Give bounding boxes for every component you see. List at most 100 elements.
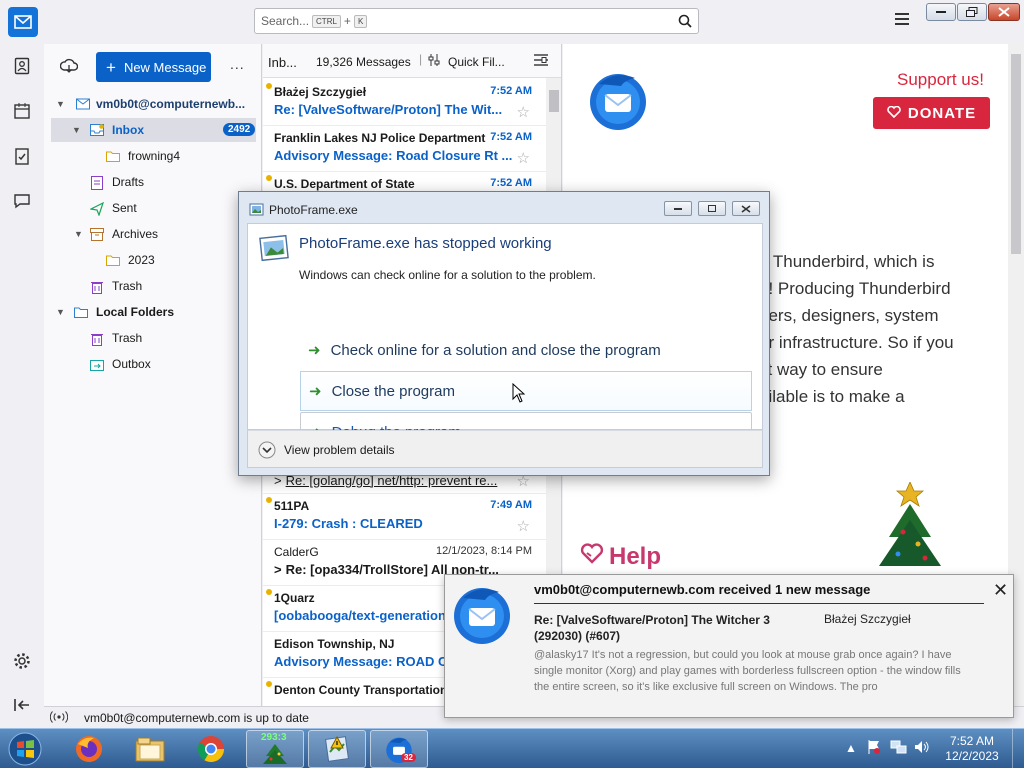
message-sender: 511PA <box>274 499 310 513</box>
clock-time: 7:52 AM <box>949 734 995 748</box>
close-window-button[interactable] <box>988 3 1020 21</box>
spaces-toolbar <box>0 44 44 727</box>
get-messages-icon[interactable] <box>59 58 79 77</box>
folder-outbox[interactable]: Outbox <box>44 352 262 376</box>
folder-sent[interactable]: Sent <box>44 196 262 220</box>
photoframe-app-icon <box>249 202 265 221</box>
christmas-app-taskbar-icon[interactable]: 293:3 <box>246 730 304 768</box>
thunderbird-taskbar-icon[interactable]: 32 <box>370 730 428 768</box>
chevron-down-icon[interactable]: ▼ <box>72 125 81 135</box>
folder-icon <box>106 254 120 266</box>
thunderbird-logo-icon <box>585 66 651 135</box>
firefox-taskbar-icon[interactable] <box>60 730 118 768</box>
tasks-icon[interactable] <box>12 146 32 166</box>
message-row[interactable]: Błażej Szczygieł 7:52 AM Re: [ValveSoftw… <box>263 80 546 126</box>
folder-local-folders[interactable]: ▼ Local Folders <box>44 300 262 324</box>
folder-label: Trash <box>112 331 143 345</box>
folder-archives[interactable]: ▼ Archives <box>44 222 262 246</box>
quick-filter-button[interactable]: Quick Fil... <box>448 55 505 69</box>
action-center-flag-icon[interactable] <box>866 739 882 758</box>
chat-icon[interactable] <box>12 191 32 211</box>
message-count: 19,326 Messages <box>316 55 411 69</box>
help-label: Help <box>609 542 662 570</box>
folder-local-trash[interactable]: Trash <box>44 326 262 350</box>
crash-heading: PhotoFrame.exe has stopped working <box>299 235 552 252</box>
folder-label: Archives <box>112 227 159 241</box>
thread-expand-icon[interactable]: > <box>274 562 282 577</box>
show-hidden-icons[interactable]: ▲ <box>845 741 857 755</box>
folder-2023[interactable]: 2023 <box>44 248 262 272</box>
volume-icon[interactable] <box>914 740 930 757</box>
chevron-down-icon[interactable]: ▼ <box>56 307 65 317</box>
folder-drafts[interactable]: Drafts <box>44 170 262 194</box>
new-message-label: New Message <box>123 59 207 75</box>
plus-icon: + <box>106 57 116 77</box>
folder-inbox[interactable]: ▼ Inbox 2492 <box>51 118 256 142</box>
message-sender: 1Quarz <box>274 591 315 605</box>
inbox-icon <box>90 124 104 136</box>
close-program-option[interactable]: ➜ Close the program <box>300 371 752 411</box>
star-icon[interactable]: ☆ <box>517 103 530 121</box>
system-clock[interactable]: 7:52 AM 12/2/2023 <box>940 734 1004 764</box>
search-icon[interactable] <box>678 14 692 31</box>
settings-gear-icon[interactable] <box>12 651 32 671</box>
message-time: 7:52 AM <box>490 177 532 189</box>
scrollbar-thumb[interactable] <box>549 90 559 112</box>
chevron-down-icon[interactable]: ▼ <box>56 99 65 109</box>
view-problem-details-link[interactable]: View problem details <box>284 443 395 457</box>
body-text: eers, designers, system <box>759 306 939 325</box>
donate-button[interactable]: DONATE <box>873 97 990 129</box>
help-heading: Help <box>580 542 661 571</box>
chrome-taskbar-icon[interactable] <box>182 730 240 768</box>
dialog-minimize-button[interactable] <box>664 201 692 216</box>
folder-account[interactable]: ▼ vm0b0t@computernewb... <box>44 92 262 116</box>
scrollbar-thumb[interactable] <box>1011 54 1021 254</box>
folder-frowning4[interactable]: frowning4 <box>44 144 262 168</box>
star-icon[interactable]: ☆ <box>517 149 530 167</box>
star-icon[interactable]: ☆ <box>517 517 530 535</box>
expand-details-icon[interactable] <box>258 441 276 462</box>
calendar-icon[interactable] <box>12 101 32 121</box>
chevron-down-icon[interactable]: ▼ <box>74 229 83 239</box>
archive-icon <box>90 228 104 241</box>
message-time: 12/1/2023, 8:14 PM <box>435 545 532 557</box>
clock-date: 12/2/2023 <box>945 749 999 763</box>
more-options-button[interactable]: ... <box>230 56 245 72</box>
check-online-option[interactable]: ➜ Check online for a solution and close … <box>300 330 752 370</box>
network-icon[interactable] <box>890 739 908 758</box>
minimize-button[interactable] <box>926 3 956 21</box>
app-menu-icon[interactable] <box>895 13 909 28</box>
online-status-icon[interactable] <box>49 711 69 726</box>
notification-subject: Re: [ValveSoftware/Proton] The Witcher 3… <box>534 613 770 643</box>
mail-space-icon[interactable] <box>8 7 38 37</box>
quick-filter-icon[interactable] <box>428 54 440 69</box>
body-text: er infrastructure. So if you <box>759 333 954 352</box>
show-desktop-button[interactable] <box>1012 729 1024 768</box>
new-mail-notification[interactable]: vm0b0t@computernewb.com received 1 new m… <box>444 574 1014 718</box>
message-sender: Błażej Szczygieł <box>274 85 367 99</box>
heart-icon <box>887 105 901 122</box>
status-text: vm0b0t@computernewb.com is up to date <box>84 711 309 725</box>
notification-close-icon[interactable]: ✕ <box>993 580 1008 601</box>
body-text: st way to ensure <box>759 360 883 379</box>
message-subject: Advisory Message: Road Closure Rt ... <box>274 148 513 163</box>
display-options-icon[interactable] <box>534 54 548 69</box>
search-input[interactable]: Search... CTRL + K <box>254 8 699 34</box>
message-row[interactable]: Franklin Lakes NJ Police Department 7:52… <box>263 126 546 172</box>
collapse-toolbar-icon[interactable] <box>12 695 32 715</box>
folder-label: frowning4 <box>128 149 181 163</box>
address-book-icon[interactable] <box>12 56 32 76</box>
error-reporting-taskbar-icon[interactable] <box>308 730 366 768</box>
maximize-button[interactable] <box>957 3 987 21</box>
dialog-maximize-button[interactable] <box>698 201 726 216</box>
dialog-close-button[interactable] <box>732 201 760 216</box>
unread-dot-icon <box>266 681 272 687</box>
message-row[interactable]: 511PA 7:49 AM I-279: Crash : CLEARED ☆ <box>263 494 546 540</box>
start-button[interactable] <box>0 730 50 768</box>
folder-trash[interactable]: Trash <box>44 274 262 298</box>
new-message-button[interactable]: + New Message <box>96 52 211 82</box>
message-sender: Denton County Transportation <box>274 683 448 697</box>
thunderbird-logo-icon <box>449 580 515 649</box>
file-explorer-taskbar-icon[interactable] <box>121 730 179 768</box>
shortcut-key-ctrl: CTRL <box>312 14 341 28</box>
